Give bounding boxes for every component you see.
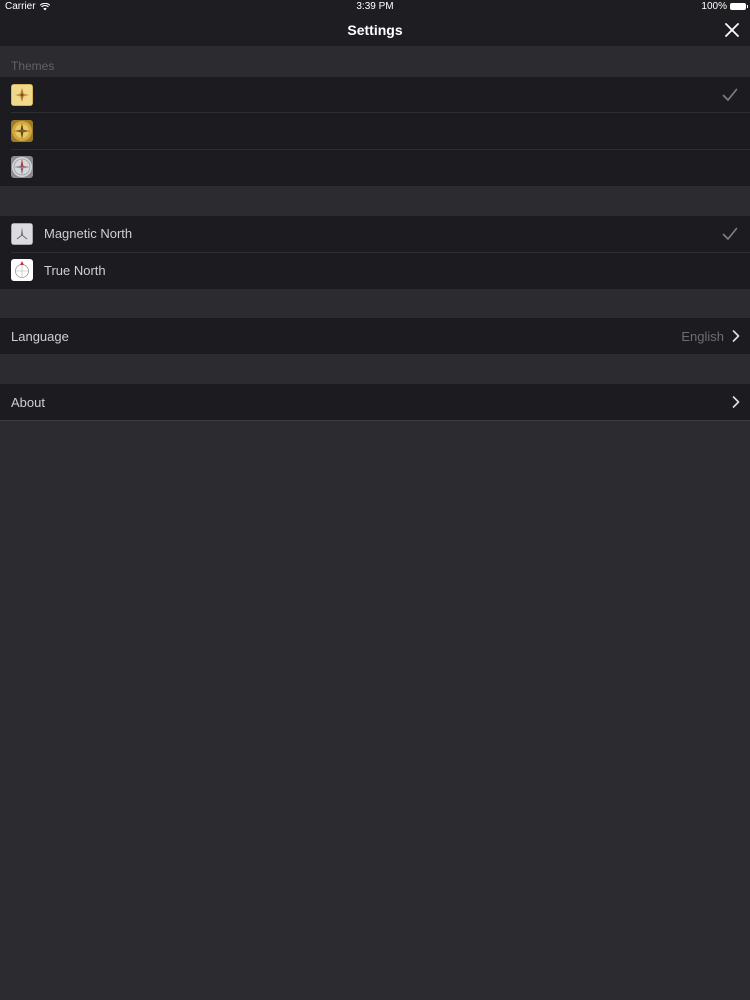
page-title: Settings <box>347 22 403 38</box>
nav-bar: Settings <box>0 14 750 46</box>
battery-icon <box>730 3 748 10</box>
north-row-true[interactable]: True North <box>0 253 750 289</box>
settings-screen: Carrier 3:39 PM 100% Settings Themes Mag… <box>0 0 750 1000</box>
north-row-magnetic[interactable]: Magnetic North <box>0 216 750 253</box>
status-bar: Carrier 3:39 PM 100% <box>0 0 750 14</box>
list-bottom-divider <box>0 420 750 421</box>
brass-compass-theme-icon <box>11 120 33 142</box>
magnetic-north-icon <box>11 223 33 245</box>
about-row[interactable]: About <box>0 384 750 420</box>
about-section-header <box>0 354 750 384</box>
theme-row-brass[interactable] <box>0 113 750 150</box>
gold-compass-theme-icon <box>11 84 33 106</box>
language-section-header <box>0 289 750 318</box>
about-label: About <box>11 395 45 410</box>
language-label: Language <box>11 329 69 344</box>
themes-header-label: Themes <box>11 59 55 73</box>
close-icon <box>725 23 739 37</box>
themes-section-header: Themes <box>0 46 750 77</box>
chevron-right-icon <box>732 396 740 408</box>
chevron-right-icon <box>732 330 740 342</box>
language-value: English <box>681 329 724 344</box>
battery-percent: 100% <box>701 1 727 12</box>
silver-compass-theme-icon <box>11 156 33 178</box>
close-button[interactable] <box>720 18 744 42</box>
theme-row-gold[interactable] <box>0 77 750 113</box>
language-row[interactable]: Language English <box>0 318 750 354</box>
magnetic-north-label: Magnetic North <box>44 226 133 241</box>
theme-row-silver[interactable] <box>0 150 750 186</box>
status-time: 3:39 PM <box>356 1 394 12</box>
north-selected-check-icon <box>722 227 738 240</box>
north-section-header <box>0 186 750 216</box>
true-north-icon <box>11 259 33 281</box>
true-north-label: True North <box>44 263 106 278</box>
theme-selected-check-icon <box>722 88 738 101</box>
status-battery: 100% <box>701 1 748 12</box>
